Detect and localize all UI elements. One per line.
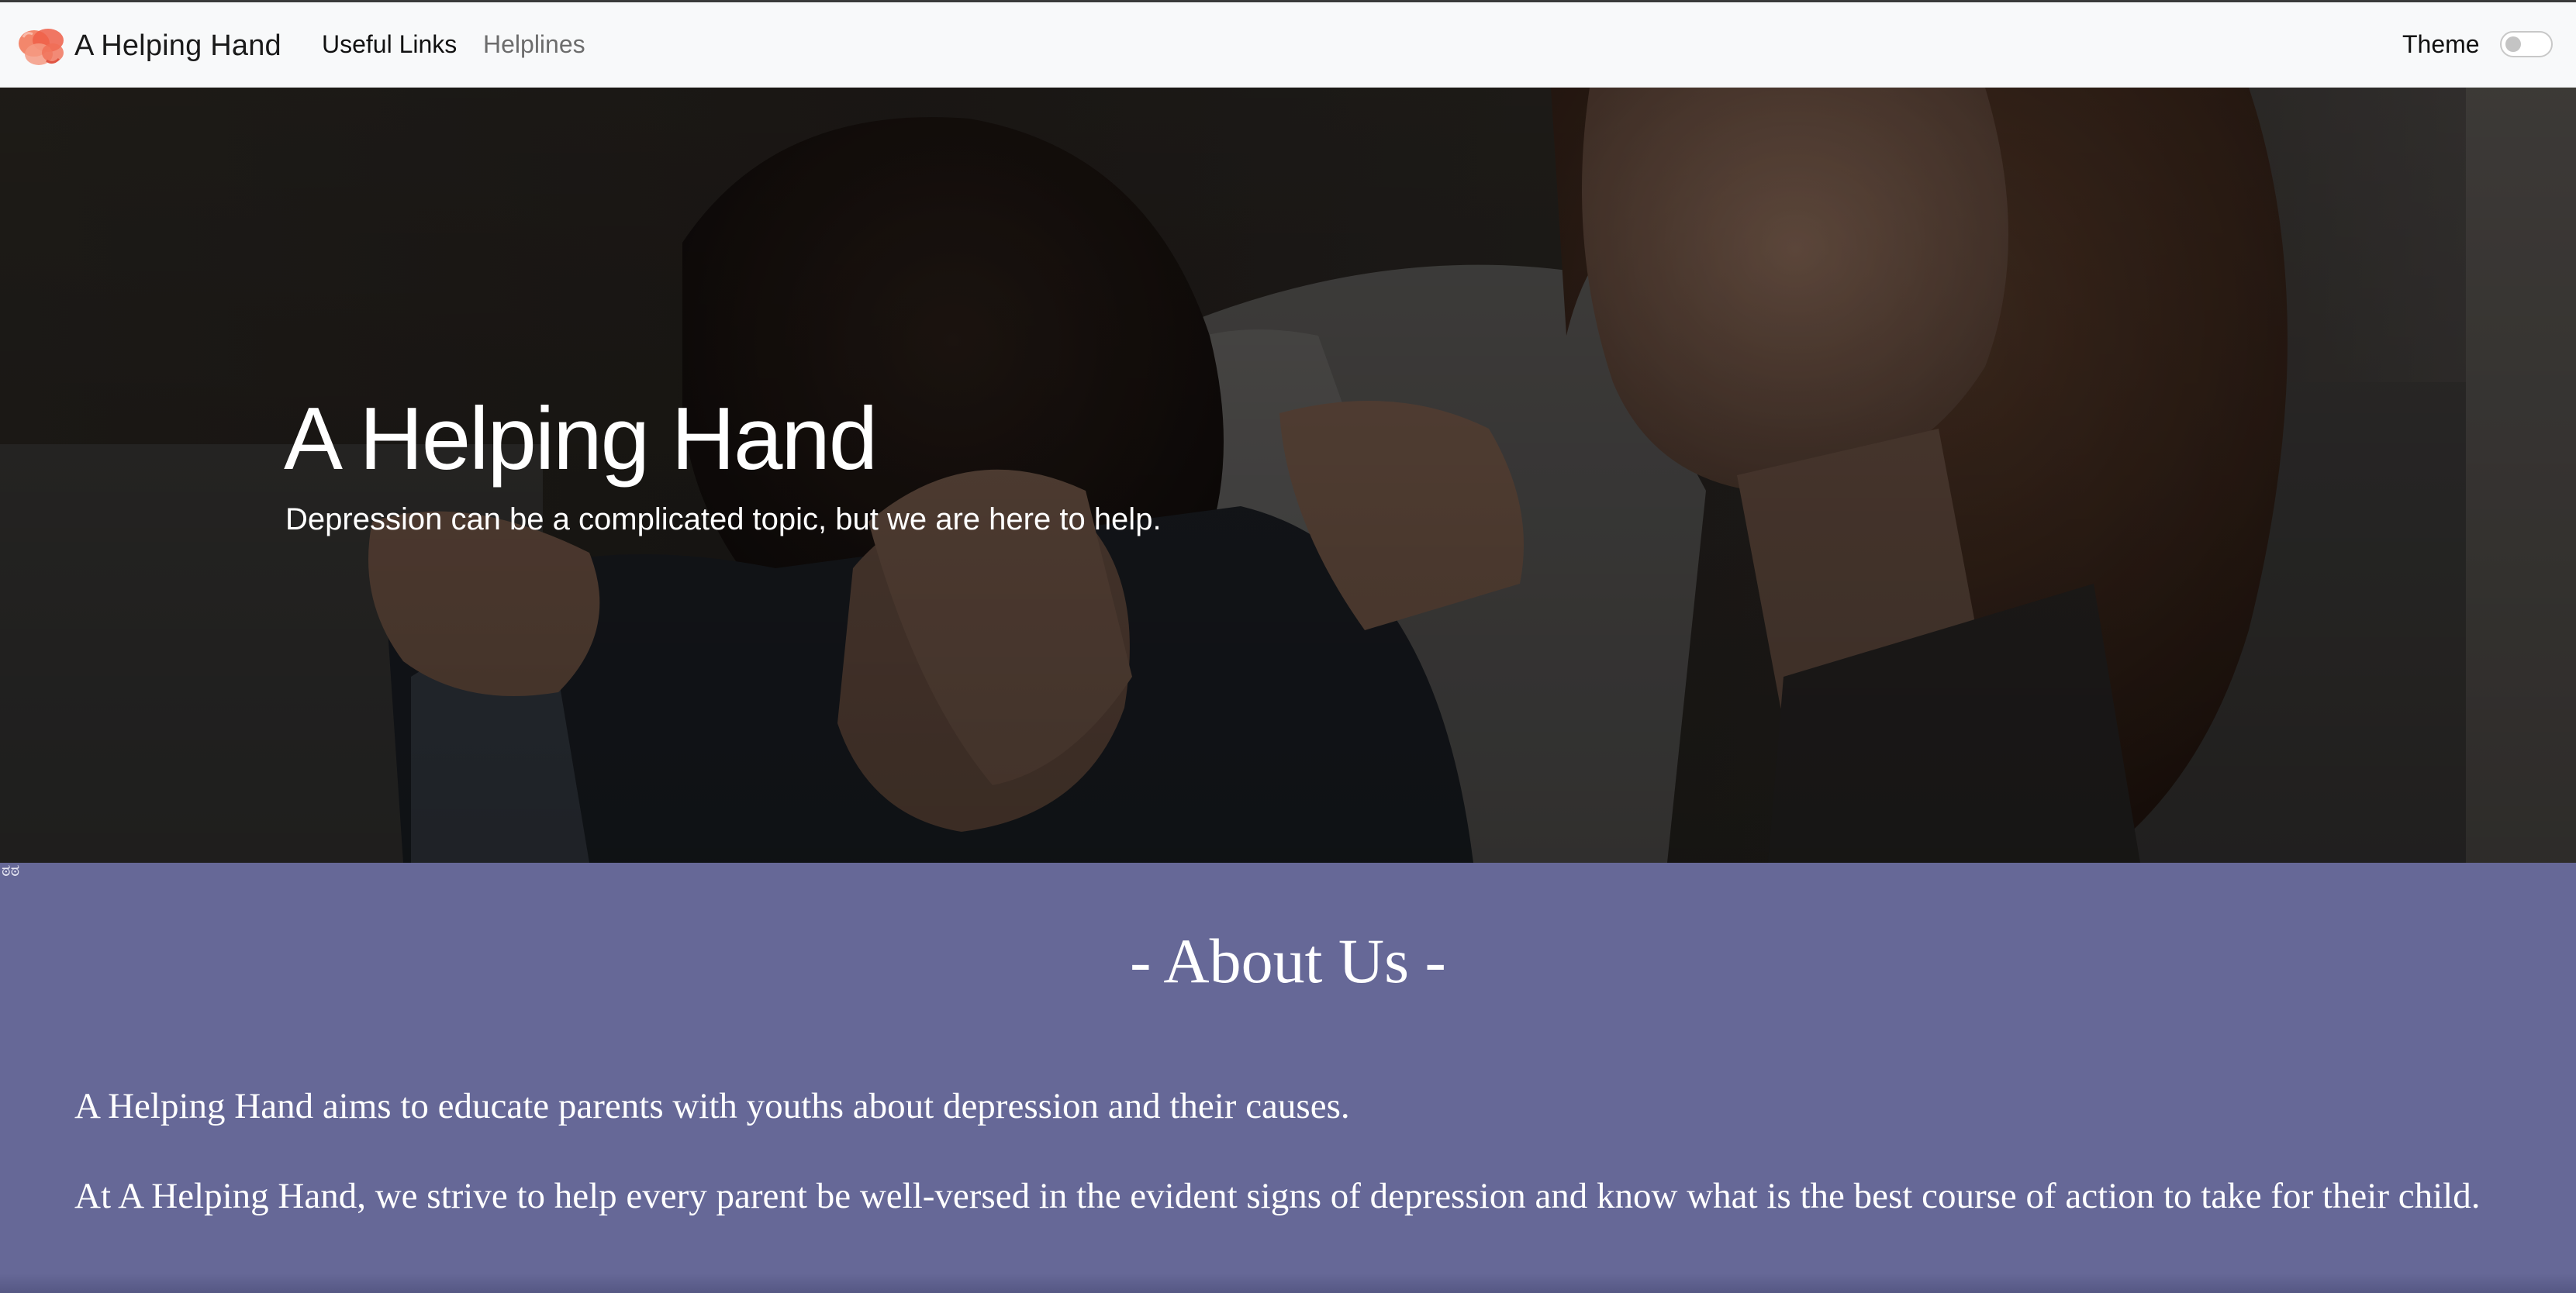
about-paragraph: At A Helping Hand, we strive to help eve… <box>74 1176 2481 1216</box>
hero-subtitle: Depression can be a complicated topic, b… <box>285 502 1162 536</box>
hero-title: A Helping Hand <box>284 390 878 488</box>
navbar: A Helping Hand Useful Links Helplines Th… <box>0 2 2576 88</box>
about-us-section: ಠಠ - About Us - A Helping Hand aims to e… <box>0 863 2576 1293</box>
section-bottom-fade <box>0 1274 2576 1293</box>
anchor-glyph: ಠಠ <box>2 861 20 881</box>
hero-banner: A Helping Hand Depression can be a compl… <box>0 88 2576 863</box>
theme-label: Theme <box>2402 30 2480 58</box>
about-paragraph: A Helping Hand aims to educate parents w… <box>74 1086 1350 1126</box>
nav-link-useful-links[interactable]: Useful Links <box>322 30 457 59</box>
brand-name: A Helping Hand <box>74 29 281 62</box>
theme-toggle-switch[interactable] <box>2500 31 2553 57</box>
brand-link[interactable]: A Helping Hand <box>16 22 281 69</box>
toggle-knob <box>2505 36 2521 52</box>
nav-link-helplines[interactable]: Helplines <box>483 30 585 59</box>
about-us-heading: - About Us - <box>1130 926 1446 996</box>
helping-hand-logo-icon <box>19 29 64 65</box>
